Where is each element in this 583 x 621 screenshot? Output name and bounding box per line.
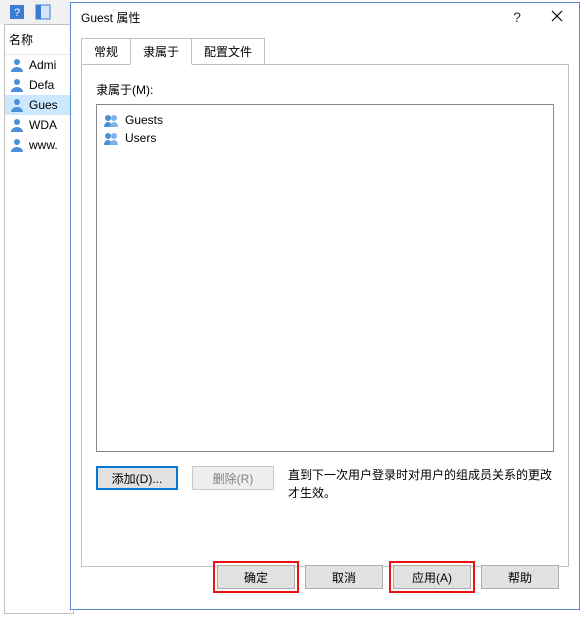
list-item[interactable]: www. [5,135,73,155]
tabpage-memberof: 隶属于(M): Guests Users 添加(D)... 删除(R) 直到下一… [81,64,569,567]
user-icon [9,137,25,153]
list-item-label: Gues [29,98,58,112]
svg-text:?: ? [14,7,20,19]
list-item-label: WDA [29,118,57,132]
users-list-header: 名称 [5,25,73,55]
list-item-label: www. [29,138,58,152]
mmc-toolbar: ? [0,0,70,24]
ok-button[interactable]: 确定 [217,565,295,589]
titlebar: Guest 属性 ? [71,3,579,31]
users-list-panel: 名称 Admi Defa Gues WDA www. [4,24,74,614]
group-icon [103,112,119,128]
user-icon [9,97,25,113]
list-item-label: Users [125,131,156,145]
add-button[interactable]: 添加(D)... [96,466,178,490]
panel-icon [35,4,51,20]
user-icon [9,57,25,73]
list-item[interactable]: Users [101,129,549,147]
memberof-listbox[interactable]: Guests Users [96,104,554,452]
help-button[interactable]: 帮助 [481,565,559,589]
tab-label: 隶属于 [143,45,179,59]
properties-dialog: Guest 属性 ? 常规 隶属于 配置文件 隶属于(M): Guests Us… [70,2,580,610]
user-icon [9,117,25,133]
dialog-button-row: 确定 取消 应用(A) 帮助 [217,565,559,589]
list-item-label: Admi [29,58,56,72]
dialog-client: 常规 隶属于 配置文件 隶属于(M): Guests Users 添加(D)..… [81,41,569,599]
close-button[interactable] [537,3,577,31]
memberof-label: 隶属于(M): [96,81,554,98]
list-item[interactable]: Guests [101,111,549,129]
list-item[interactable]: WDA [5,115,73,135]
group-icon [103,130,119,146]
help-toolbar-button[interactable]: ? [6,2,28,22]
memberof-note: 直到下一次用户登录时对用户的组成员关系的更改才生效。 [288,466,554,502]
list-item-label: Defa [29,78,54,92]
cancel-button[interactable]: 取消 [305,565,383,589]
user-icon [9,77,25,93]
remove-button: 删除(R) [192,466,274,490]
list-item[interactable]: Admi [5,55,73,75]
tabstrip: 常规 隶属于 配置文件 [81,41,569,65]
tab-profile[interactable]: 配置文件 [191,38,265,65]
list-item-label: Guests [125,113,163,127]
tab-label: 配置文件 [204,45,252,59]
close-icon [551,9,563,25]
tab-general[interactable]: 常规 [81,38,131,65]
apply-button[interactable]: 应用(A) [393,565,471,589]
tab-memberof[interactable]: 隶属于 [130,38,192,65]
dialog-title: Guest 属性 [81,9,497,26]
list-item[interactable]: Gues [5,95,73,115]
help-icon: ? [9,4,25,20]
panel-toolbar-button[interactable] [32,2,54,22]
context-help-button[interactable]: ? [497,3,537,31]
tab-label: 常规 [94,45,118,59]
list-item[interactable]: Defa [5,75,73,95]
